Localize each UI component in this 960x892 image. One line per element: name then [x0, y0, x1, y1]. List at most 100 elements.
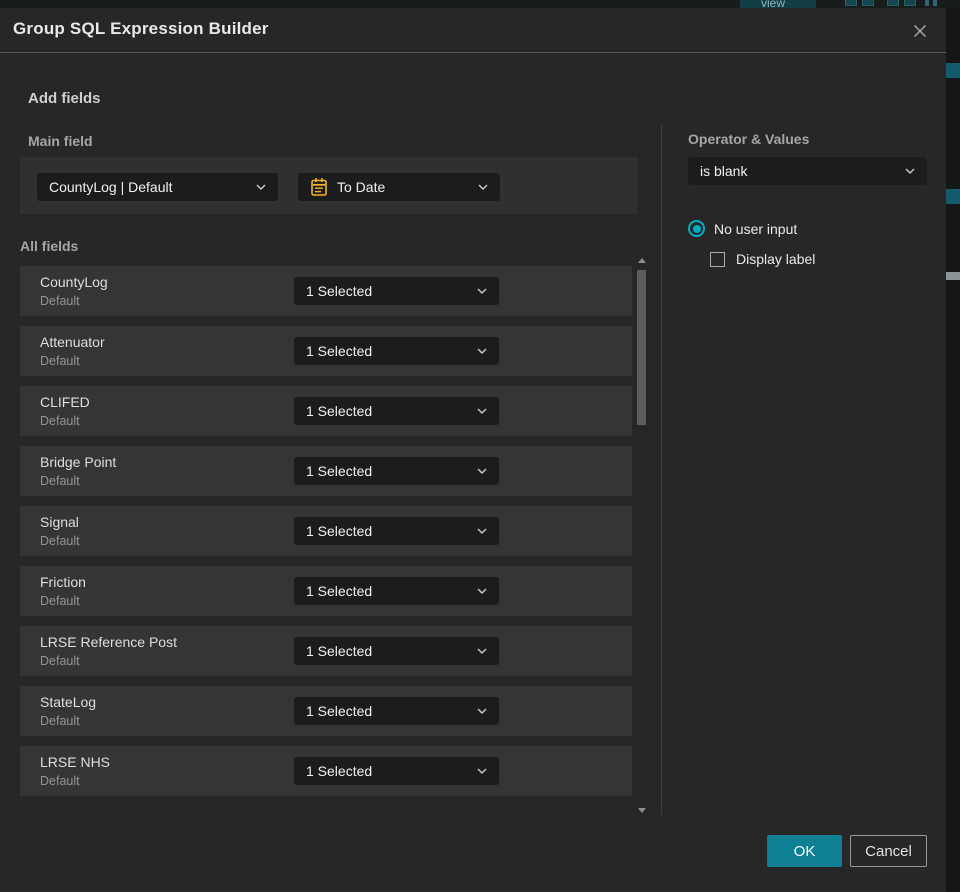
background-fragment — [946, 189, 960, 204]
main-field-dropdown[interactable]: CountyLog | Default — [37, 173, 278, 201]
chevron-down-icon — [477, 588, 487, 594]
dialog-titlebar: Group SQL Expression Builder — [0, 8, 946, 53]
field-subtitle: Default — [40, 654, 80, 668]
field-name: Friction — [40, 574, 86, 590]
triangle-up-icon[interactable] — [638, 258, 646, 263]
field-selection-dropdown[interactable]: 1 Selected — [294, 277, 499, 305]
chevron-down-icon — [477, 708, 487, 714]
field-row: LRSE NHS Default 1 Selected — [20, 746, 632, 796]
panel-divider — [661, 125, 662, 815]
field-selection-dropdown[interactable]: 1 Selected — [294, 457, 499, 485]
chevron-down-icon — [477, 768, 487, 774]
field-subtitle: Default — [40, 414, 80, 428]
chevron-down-icon — [905, 168, 915, 174]
operator-dropdown[interactable]: is blank — [688, 157, 927, 185]
field-row: Bridge Point Default 1 Selected — [20, 446, 632, 496]
toolbar-icon — [933, 0, 937, 6]
field-name: LRSE Reference Post — [40, 634, 177, 650]
toolbar-icon — [925, 0, 929, 6]
dropdown-value: 1 Selected — [306, 463, 373, 479]
field-subtitle: Default — [40, 354, 80, 368]
dropdown-value: 1 Selected — [306, 643, 373, 659]
all-fields-list: CountyLog Default 1 Selected Attenuator … — [20, 266, 632, 806]
field-selection-dropdown[interactable]: 1 Selected — [294, 517, 499, 545]
field-row: Signal Default 1 Selected — [20, 506, 632, 556]
chevron-down-icon — [477, 408, 487, 414]
dropdown-value: 1 Selected — [306, 283, 373, 299]
field-selection-dropdown[interactable]: 1 Selected — [294, 757, 499, 785]
group-sql-expression-builder-dialog: Group SQL Expression Builder Add fields … — [0, 8, 946, 892]
dropdown-value: 1 Selected — [306, 403, 373, 419]
field-subtitle: Default — [40, 474, 80, 488]
dropdown-value: 1 Selected — [306, 763, 373, 779]
field-subtitle: Default — [40, 534, 80, 548]
chevron-down-icon — [477, 288, 487, 294]
field-selection-dropdown[interactable]: 1 Selected — [294, 337, 499, 365]
dropdown-value: 1 Selected — [306, 703, 373, 719]
cancel-button[interactable]: Cancel — [850, 835, 927, 867]
field-subtitle: Default — [40, 714, 80, 728]
live-view-label: Live view — [761, 0, 786, 8]
field-row: Friction Default 1 Selected — [20, 566, 632, 616]
all-fields-scrollbar[interactable] — [634, 258, 650, 813]
chevron-down-icon — [477, 528, 487, 534]
scrollbar-thumb[interactable] — [637, 270, 646, 425]
checkbox-icon — [710, 251, 725, 267]
operator-values-label: Operator & Values — [688, 131, 810, 147]
field-row: Attenuator Default 1 Selected — [20, 326, 632, 376]
checkbox-label: Display label — [736, 251, 816, 267]
field-name: Attenuator — [40, 334, 105, 350]
field-name: CLIFED — [40, 394, 90, 410]
field-selection-dropdown[interactable]: 1 Selected — [294, 577, 499, 605]
field-subtitle: Default — [40, 594, 80, 608]
background-panel — [946, 8, 960, 892]
ok-button[interactable]: OK — [767, 835, 842, 867]
display-label-checkbox[interactable]: Display label — [710, 251, 815, 267]
field-name: CountyLog — [40, 274, 108, 290]
toolbar-icon[interactable] — [904, 0, 916, 6]
field-selection-dropdown[interactable]: 1 Selected — [294, 697, 499, 725]
background-toolbar: Live view — [0, 0, 960, 8]
background-fragment — [946, 272, 960, 280]
no-user-input-radio[interactable]: No user input — [688, 220, 797, 237]
chevron-down-icon — [477, 348, 487, 354]
field-name: Bridge Point — [40, 454, 117, 470]
dropdown-value: 1 Selected — [306, 523, 373, 539]
screen: Live view Group SQL Expression Builder A… — [0, 0, 960, 892]
chevron-down-icon — [477, 468, 487, 474]
dialog-title: Group SQL Expression Builder — [13, 19, 269, 38]
radio-selected-icon — [688, 220, 705, 237]
chevron-down-icon — [478, 184, 488, 190]
toolbar-icon[interactable] — [845, 0, 857, 6]
field-selection-dropdown[interactable]: 1 Selected — [294, 637, 499, 665]
radio-label: No user input — [714, 220, 798, 237]
chevron-down-icon — [256, 184, 266, 190]
main-field-label: Main field — [28, 133, 93, 149]
calendar-icon — [311, 178, 327, 196]
field-name: StateLog — [40, 694, 97, 710]
all-fields-label: All fields — [20, 238, 79, 254]
dropdown-value: To Date — [337, 179, 386, 195]
live-view-button[interactable]: Live view — [740, 0, 816, 8]
add-fields-heading: Add fields — [28, 90, 101, 107]
dropdown-value: CountyLog | Default — [49, 179, 173, 195]
field-subtitle: Default — [40, 774, 80, 788]
field-row: CLIFED Default 1 Selected — [20, 386, 632, 436]
toolbar-icon[interactable] — [862, 0, 874, 6]
dropdown-value: 1 Selected — [306, 583, 373, 599]
dropdown-value: 1 Selected — [306, 343, 373, 359]
field-subtitle: Default — [40, 294, 80, 308]
triangle-down-icon[interactable] — [638, 808, 646, 813]
dropdown-value: is blank — [700, 163, 748, 179]
field-name: Signal — [40, 514, 79, 530]
field-name: LRSE NHS — [40, 754, 111, 770]
main-field-panel: CountyLog | Default To Date — [20, 157, 638, 214]
field-row: LRSE Reference Post Default 1 Selected — [20, 626, 632, 676]
main-field-type-dropdown[interactable]: To Date — [298, 173, 500, 201]
field-row: CountyLog Default 1 Selected — [20, 266, 632, 316]
background-fragment — [946, 63, 960, 78]
close-icon[interactable] — [908, 19, 932, 43]
field-row: StateLog Default 1 Selected — [20, 686, 632, 736]
field-selection-dropdown[interactable]: 1 Selected — [294, 397, 499, 425]
toolbar-icon[interactable] — [887, 0, 899, 6]
